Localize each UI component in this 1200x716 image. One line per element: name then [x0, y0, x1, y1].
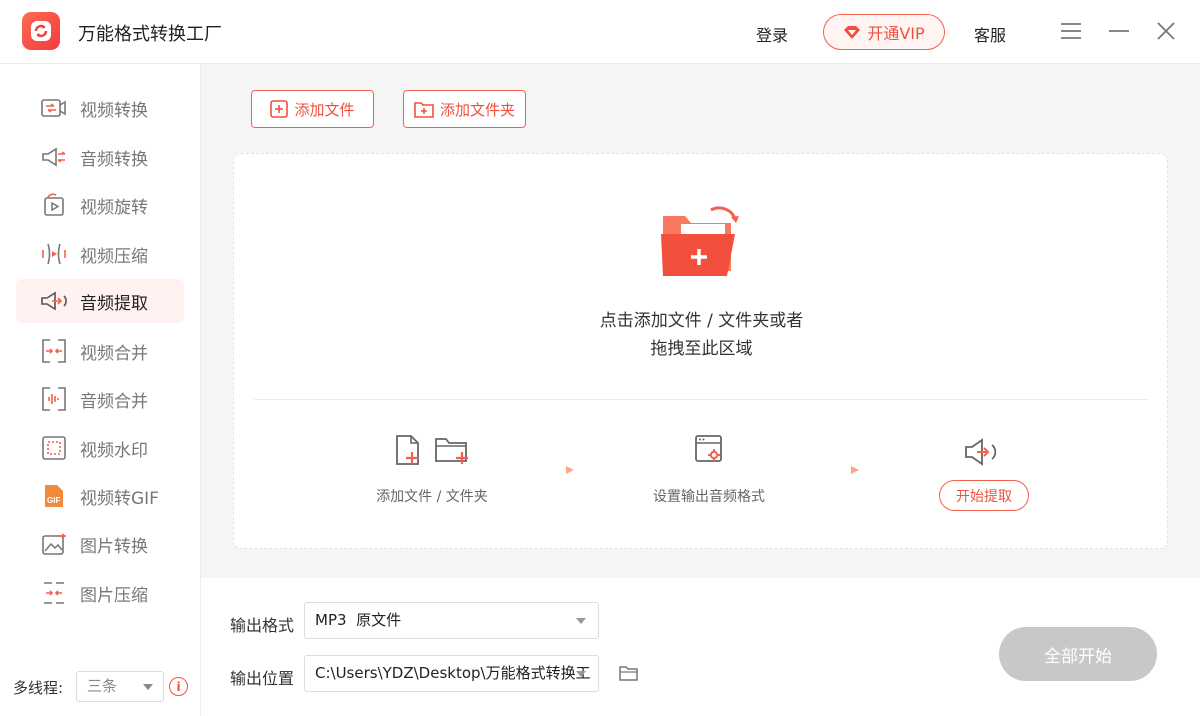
- add-file-step-icon: [396, 435, 419, 465]
- sidebar-item-label: 音频合并: [80, 391, 148, 412]
- sidebar-item-label: 视频转换: [80, 100, 148, 121]
- audio-extract-step-icon: [965, 438, 997, 466]
- app-title: 万能格式转换工厂: [78, 24, 222, 45]
- svg-text:GIF: GIF: [47, 496, 60, 505]
- video-convert-icon: [40, 94, 68, 122]
- divider: [254, 399, 1149, 400]
- sidebar-item-label: 视频合并: [80, 343, 148, 364]
- main-panel: 添加文件 添加文件夹 点击添加文件 / 文件夹或者 拖拽至此区域 添加文件 / …: [201, 64, 1200, 578]
- add-folder-label: 添加文件夹: [439, 100, 515, 119]
- sidebar-item-label: 音频转换: [80, 149, 148, 170]
- image-compress-icon: [40, 579, 68, 607]
- sidebar-item-audio-extract[interactable]: 音频提取: [16, 279, 184, 323]
- settings-window-icon: [695, 435, 722, 462]
- audio-convert-icon: [40, 143, 68, 171]
- sidebar-item-label: 视频压缩: [80, 246, 148, 267]
- image-convert-icon: [40, 530, 68, 558]
- sidebar-item-audio-merge[interactable]: 音频合并: [16, 377, 184, 421]
- video-watermark-icon: [40, 434, 68, 462]
- sidebar-item-label: 视频水印: [80, 440, 148, 461]
- output-location-select[interactable]: C:\Users\YDZ\Desktop\万能格式转换工: [304, 655, 599, 692]
- chevron-down-icon: [143, 684, 153, 690]
- sidebar-item-video-convert[interactable]: 视频转换: [16, 86, 184, 130]
- sidebar-item-label: 音频提取: [80, 293, 148, 314]
- title-bar: 万能格式转换工厂 登录 开通VIP 客服: [0, 0, 1200, 64]
- drop-zone[interactable]: 点击添加文件 / 文件夹或者 拖拽至此区域 添加文件 / 文件夹 设置输出音频格…: [233, 153, 1168, 549]
- add-file-icon: [270, 100, 289, 118]
- add-folder-button[interactable]: 添加文件夹: [403, 90, 526, 128]
- sidebar-item-image-compress[interactable]: 图片压缩: [16, 571, 184, 615]
- chevron-down-icon: [576, 618, 586, 624]
- sidebar-item-audio-convert[interactable]: 音频转换: [16, 135, 184, 179]
- diamond-icon: [844, 25, 861, 39]
- sidebar-item-label: 图片转换: [80, 536, 148, 557]
- sidebar-item-video-compress[interactable]: 视频压缩: [16, 232, 184, 276]
- vip-button[interactable]: 开通VIP: [823, 14, 945, 50]
- sidebar-item-video-watermark[interactable]: 视频水印: [16, 426, 184, 470]
- add-folder-icon: [414, 102, 434, 118]
- minimize-icon[interactable]: [1106, 18, 1132, 44]
- sidebar-item-label: 视频旋转: [80, 197, 148, 218]
- sidebar-item-label: 图片压缩: [80, 585, 148, 606]
- drop-hint-line2: 拖拽至此区域: [650, 339, 753, 359]
- sidebar-item-video-merge[interactable]: 视频合并: [16, 329, 184, 373]
- step-add-label: 添加文件 / 文件夹: [376, 489, 488, 505]
- video-to-gif-icon: GIF: [40, 482, 68, 510]
- sidebar: 视频转换 音频转换 视频旋转 视频压缩 音频提取 视频合并 音频合并 视频水印 …: [0, 64, 201, 716]
- add-file-label: 添加文件: [294, 100, 355, 119]
- output-format-label: 输出格式: [230, 616, 295, 635]
- output-format-select[interactable]: MP3 原文件: [304, 602, 599, 639]
- step-arrow-icon: [532, 466, 574, 474]
- add-file-button[interactable]: 添加文件: [251, 90, 374, 128]
- chevron-down-icon: [576, 671, 586, 677]
- output-location-value: C:\Users\YDZ\Desktop\万能格式转换工: [315, 664, 591, 682]
- threads-value: 三条: [87, 677, 118, 695]
- folder-add-icon: [661, 206, 739, 276]
- output-format-value: MP3 原文件: [315, 611, 402, 629]
- step-format-label: 设置输出音频格式: [653, 489, 765, 505]
- sidebar-item-video-rotate[interactable]: 视频旋转: [16, 183, 184, 227]
- drop-hint-line1: 点击添加文件 / 文件夹或者: [599, 311, 804, 331]
- app-logo: [22, 12, 60, 50]
- folder-open-icon[interactable]: [619, 664, 639, 682]
- threads-label: 多线程:: [13, 679, 64, 697]
- sidebar-item-video-to-gif[interactable]: GIF 视频转GIF: [16, 474, 184, 518]
- menu-icon[interactable]: [1058, 18, 1084, 44]
- video-compress-icon: [40, 240, 68, 268]
- video-merge-icon: [40, 337, 68, 365]
- close-icon[interactable]: [1153, 18, 1179, 44]
- step-arrow-icon: [817, 466, 859, 474]
- service-button[interactable]: 客服: [974, 22, 1006, 46]
- add-folder-step-icon: [435, 438, 468, 464]
- info-icon[interactable]: i: [169, 677, 188, 696]
- audio-merge-icon: [40, 385, 68, 413]
- vip-label: 开通VIP: [867, 24, 925, 43]
- start-extract-button[interactable]: 开始提取: [939, 480, 1029, 511]
- video-rotate-icon: [40, 191, 68, 219]
- output-settings: 输出格式 MP3 原文件 输出位置 C:\Users\YDZ\Desktop\万…: [201, 578, 1200, 716]
- sidebar-item-label: 视频转GIF: [80, 488, 159, 509]
- output-location-label: 输出位置: [230, 669, 295, 688]
- threads-select[interactable]: 三条: [76, 671, 164, 702]
- sidebar-item-image-convert[interactable]: 图片转换: [16, 522, 184, 566]
- login-button[interactable]: 登录: [756, 22, 788, 46]
- start-all-button[interactable]: 全部开始: [999, 627, 1157, 681]
- audio-extract-icon: [40, 287, 68, 315]
